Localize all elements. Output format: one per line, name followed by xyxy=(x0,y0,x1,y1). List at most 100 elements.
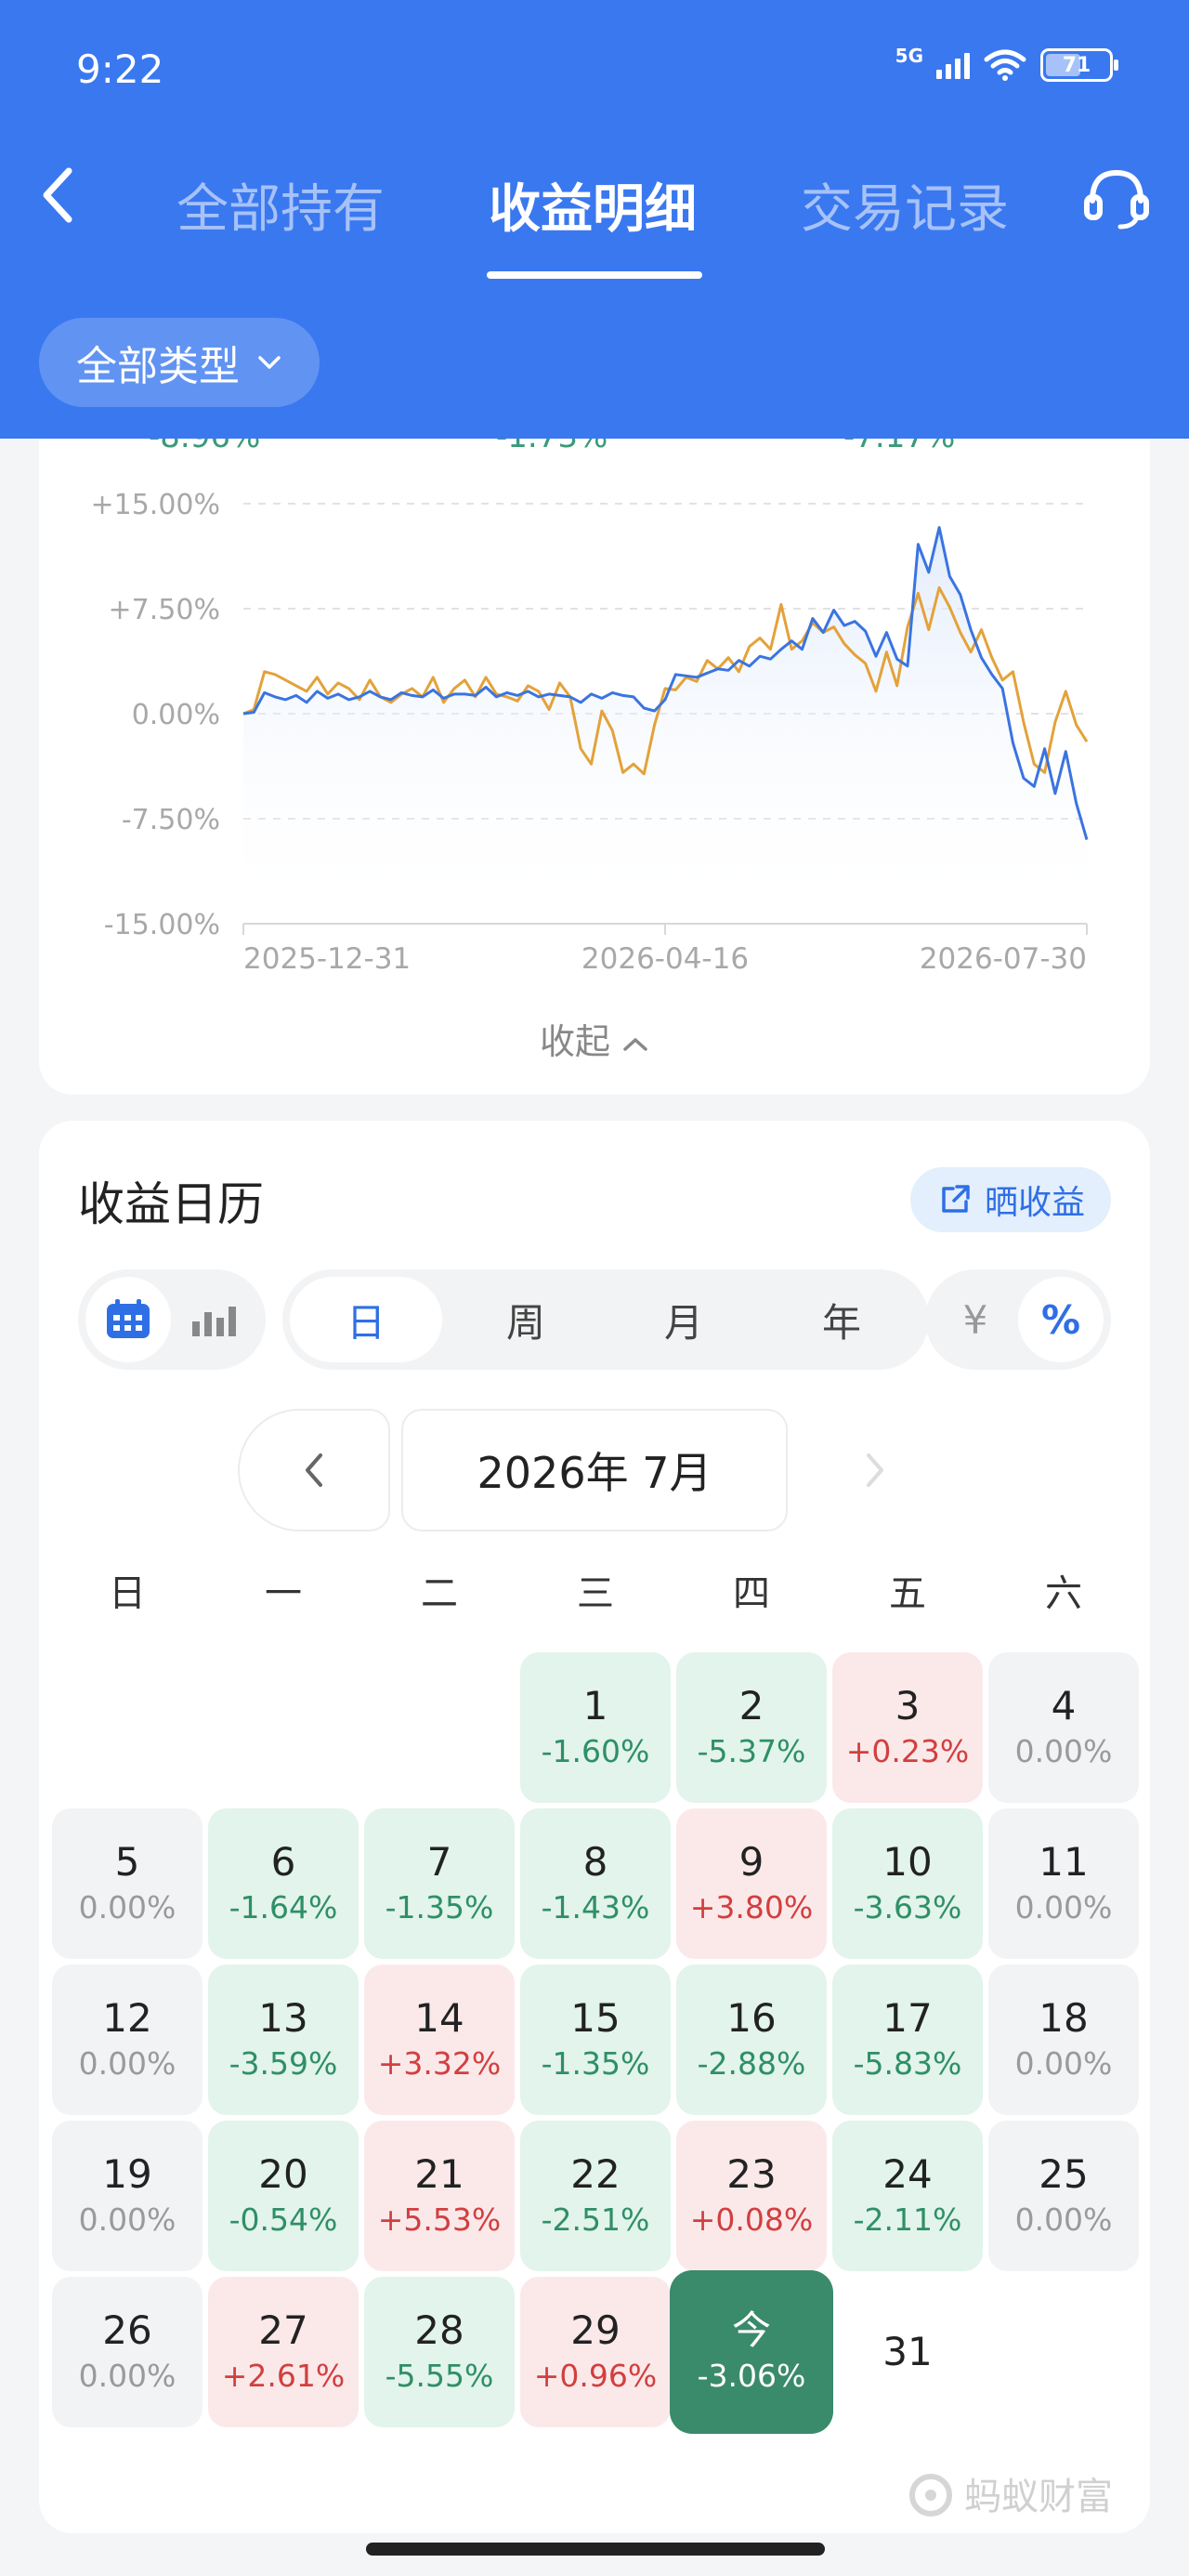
share-earnings-button[interactable]: 晒收益 xyxy=(909,1167,1111,1232)
period-month[interactable]: 月 xyxy=(608,1277,760,1362)
calendar-day[interactable]: 27 +2.61% xyxy=(208,2277,359,2427)
day-number: 13 xyxy=(258,1995,308,2042)
calendar-day[interactable]: 11 0.00% xyxy=(988,1808,1139,1959)
calendar-day[interactable]: 2 -5.37% xyxy=(676,1652,827,1803)
calendar-day[interactable]: 16 -2.88% xyxy=(676,1965,827,2115)
calendar-day[interactable]: 25 0.00% xyxy=(988,2121,1139,2271)
calendar-day[interactable]: 18 0.00% xyxy=(988,1965,1139,2115)
day-number: 15 xyxy=(570,1995,621,2042)
ant-logo-icon xyxy=(909,2474,952,2517)
unit-currency[interactable]: ¥ xyxy=(933,1277,1018,1362)
day-number: 1 xyxy=(582,1683,608,1729)
calendar-day[interactable]: 5 0.00% xyxy=(52,1808,203,1959)
period-toggle: 日 周 月 年 xyxy=(282,1269,929,1370)
calendar-day[interactable]: 4 0.00% xyxy=(988,1652,1139,1803)
day-return: -1.35% xyxy=(385,1888,494,1925)
y-tick-label: +15.00% xyxy=(90,489,220,521)
calendar-day[interactable]: 1 -1.60% xyxy=(520,1652,671,1803)
unit-percent[interactable]: % xyxy=(1018,1277,1104,1362)
day-number: 10 xyxy=(882,1839,933,1886)
tab-transactions[interactable]: 交易记录 xyxy=(801,167,1009,243)
day-number: 4 xyxy=(1051,1683,1077,1729)
back-button[interactable] xyxy=(33,158,89,232)
calendar-view-button[interactable] xyxy=(85,1277,171,1362)
day-number: 7 xyxy=(426,1839,452,1886)
calendar-day[interactable]: 10 -3.63% xyxy=(832,1808,983,1959)
view-toggle xyxy=(78,1269,266,1370)
weekday-label: 二 xyxy=(421,1572,458,1615)
chevron-left-icon xyxy=(306,1453,322,1487)
month-picker[interactable]: 2026年 7月 xyxy=(401,1409,788,1531)
day-number: 6 xyxy=(270,1839,296,1886)
calendar-day[interactable]: 6 -1.64% xyxy=(208,1808,359,1959)
calendar-day[interactable]: 13 -3.59% xyxy=(208,1965,359,2115)
calendar-day[interactable]: 8 -1.43% xyxy=(520,1808,671,1959)
collapse-button[interactable]: 收起 xyxy=(39,1013,1150,1064)
calendar-day[interactable]: 26 0.00% xyxy=(52,2277,203,2427)
day-number: 22 xyxy=(570,2151,621,2198)
type-filter-button[interactable]: 全部类型 xyxy=(39,318,320,407)
chart-view-button[interactable] xyxy=(171,1277,258,1362)
day-number: 24 xyxy=(882,2151,933,2198)
weekday-label: 日 xyxy=(109,1572,146,1615)
month-label: 2026年 7月 xyxy=(477,1448,712,1498)
calendar-day[interactable]: 3 +0.23% xyxy=(832,1652,983,1803)
calendar-day[interactable]: 15 -1.35% xyxy=(520,1965,671,2115)
calendar-day[interactable]: 12 0.00% xyxy=(52,1965,203,2115)
calendar-day[interactable]: 7 -1.35% xyxy=(364,1808,515,1959)
tab-earnings-detail[interactable]: 收益明细 xyxy=(489,167,697,243)
x-tick-label: 2025-12-31 xyxy=(243,942,411,976)
period-week[interactable]: 周 xyxy=(450,1277,602,1362)
day-number: 26 xyxy=(102,2307,152,2354)
day-number: 29 xyxy=(570,2307,621,2354)
day-return: -1.35% xyxy=(541,2044,650,2082)
day-number: 3 xyxy=(895,1683,921,1729)
chart-area-fill xyxy=(243,527,1087,924)
y-tick-label: +7.50% xyxy=(109,594,220,626)
header: 9:22 5G 71 全部持有 收益明细 交易记录 全部类型 xyxy=(0,0,1189,439)
day-return: +3.80% xyxy=(689,1888,814,1925)
y-tick-label: -7.50% xyxy=(122,804,220,836)
day-return: 0.00% xyxy=(1014,1888,1113,1925)
day-return: +2.61% xyxy=(221,2357,346,2394)
calendar-day[interactable]: 21 +5.53% xyxy=(364,2121,515,2271)
calendar-day[interactable]: 22 -2.51% xyxy=(520,2121,671,2271)
calendar-day[interactable]: 14 +3.32% xyxy=(364,1965,515,2115)
day-number: 18 xyxy=(1039,1995,1089,2042)
calendar-day[interactable]: 28 -5.55% xyxy=(364,2277,515,2427)
day-return: -3.06% xyxy=(697,2357,806,2394)
x-tick-label: 2026-04-16 xyxy=(581,942,749,976)
unit-toggle: ¥ % xyxy=(925,1269,1111,1370)
period-year[interactable]: 年 xyxy=(765,1277,918,1362)
calendar-day[interactable]: 29 +0.96% xyxy=(520,2277,671,2427)
calendar-day[interactable]: 17 -5.83% xyxy=(832,1965,983,2115)
calendar-day[interactable]: 19 0.00% xyxy=(52,2121,203,2271)
home-indicator xyxy=(366,2543,825,2556)
y-tick-label: 0.00% xyxy=(132,699,220,731)
weekday-label: 四 xyxy=(733,1572,770,1615)
period-day[interactable]: 日 xyxy=(290,1277,442,1362)
customer-service-icon xyxy=(1084,169,1149,230)
calendar-day[interactable]: 23 +0.08% xyxy=(676,2121,827,2271)
bar-chart-icon xyxy=(192,1307,236,1336)
day-return: +0.96% xyxy=(533,2357,658,2394)
chevron-down-icon xyxy=(258,356,281,369)
tab-all-holdings[interactable]: 全部持有 xyxy=(176,167,385,243)
share-icon xyxy=(942,1185,970,1213)
x-tick-label: 2026-07-30 xyxy=(920,942,1087,976)
day-number: 31 xyxy=(882,2328,933,2374)
status-bar-icons: 5G 71 xyxy=(895,45,1118,82)
calendar-day-today[interactable]: 今 -3.06% xyxy=(670,2270,833,2434)
day-return: -1.43% xyxy=(541,1888,650,1925)
calendar-day[interactable]: 24 -2.11% xyxy=(832,2121,983,2271)
battery-icon: 71 xyxy=(1040,48,1118,82)
day-return: -2.11% xyxy=(853,2201,962,2238)
day-return: 0.00% xyxy=(1014,2044,1113,2082)
prev-month-button[interactable] xyxy=(238,1409,390,1531)
earnings-line-chart[interactable]: +15.00% +7.50% 0.00% -7.50% -15.00% 2025-12-3… xyxy=(39,400,1150,994)
calendar-day[interactable]: 9 +3.80% xyxy=(676,1808,827,1959)
day-return: +0.08% xyxy=(689,2201,814,2238)
earnings-chart-card: -8.96% -1.73% -7.17% +15.00%+7.50%0.00%-… xyxy=(39,400,1150,1095)
calendar-day[interactable]: 20 -0.54% xyxy=(208,2121,359,2271)
customer-service-button[interactable] xyxy=(1081,164,1152,234)
